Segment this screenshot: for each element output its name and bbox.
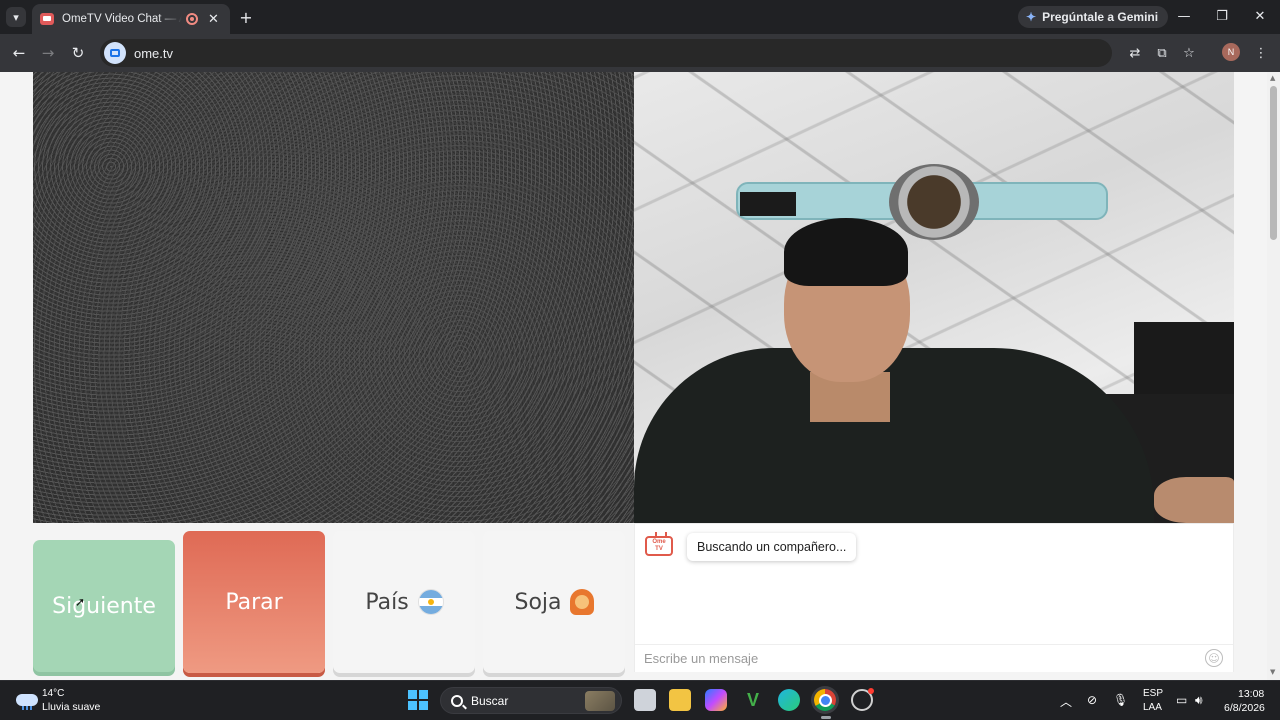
copilot-icon[interactable] — [705, 689, 727, 711]
argentina-flag-icon — [418, 590, 443, 614]
tab-close-icon[interactable]: ✕ — [208, 12, 219, 27]
mouse-cursor-icon: ➚ — [75, 595, 86, 609]
page-viewport: Siguiente Parar País Soja ➚ Ome TV Busca… — [0, 72, 1280, 680]
ometv-page: Siguiente Parar País Soja ➚ Ome TV Busca… — [33, 72, 1234, 680]
url-text: ome.tv — [134, 45, 174, 61]
cast-install-icon[interactable]: ⧉ — [1153, 44, 1171, 62]
bookmark-star-icon[interactable]: ☆ — [1180, 44, 1198, 62]
status-message-text: Buscando un compañero... — [697, 540, 847, 554]
file-explorer-icon[interactable] — [669, 689, 691, 711]
ometv-favicon-icon — [40, 13, 54, 25]
taskbar-search-box[interactable]: Buscar — [440, 687, 622, 714]
restore-window-button[interactable]: ❐ — [1210, 6, 1234, 26]
emoji-picker-icon[interactable]: ☺ — [1205, 649, 1223, 667]
tab-search-chevron-icon[interactable]: ▾ — [6, 7, 26, 27]
windows-start-icon[interactable] — [408, 690, 428, 710]
monitor-icon[interactable]: ▭ — [1176, 693, 1187, 707]
gemini-button[interactable]: ✦ Pregúntale a Gemini — [1018, 6, 1169, 28]
gemini-sparkle-icon: ✦ — [1026, 10, 1037, 24]
menu-kebab-icon[interactable]: ⋮ — [1252, 44, 1270, 62]
belt-dark-patch — [740, 192, 796, 216]
back-arrow-icon[interactable]: ← — [9, 43, 29, 63]
chrome-browser-icon[interactable] — [814, 689, 836, 711]
search-icon — [451, 694, 463, 707]
woman-emoji-icon — [569, 589, 594, 615]
profile-avatar[interactable]: N — [1222, 43, 1240, 61]
next-button-label: Siguiente — [52, 593, 156, 619]
country-button-label: País — [365, 589, 409, 615]
close-window-button[interactable]: ✕ — [1248, 6, 1272, 26]
minimize-window-button[interactable]: — — [1172, 6, 1196, 26]
clock-date[interactable]: 6/8/2026 — [1224, 702, 1265, 714]
chat-panel: Ome TV Buscando un compañero... ☺ — [634, 523, 1234, 672]
weather-temperature[interactable]: 14°C — [42, 688, 64, 699]
logo-text-top: Ome — [652, 539, 666, 545]
scroll-thumb[interactable] — [1270, 86, 1277, 240]
browser-toolbar: ← → ↻ ome.tv ⇄ ⧉ ☆ N ⋮ — [0, 34, 1280, 72]
task-view-icon[interactable] — [634, 689, 656, 711]
recording-indicator-icon — [186, 13, 198, 25]
person-body — [634, 348, 1154, 523]
site-info-camera-icon[interactable] — [104, 42, 126, 64]
stop-button-label: Parar — [225, 589, 283, 615]
network-off-icon[interactable]: ⊘ — [1087, 693, 1097, 707]
next-button[interactable]: Siguiente — [33, 540, 175, 672]
new-tab-button[interactable]: + — [236, 7, 256, 27]
stop-button[interactable]: Parar — [183, 531, 325, 673]
input-layout[interactable]: LAA — [1143, 702, 1162, 713]
taskbar-search-label: Buscar — [471, 693, 509, 708]
browser-tab-ometv[interactable]: OmeTV Video Chat — Alternativa ✕ — [32, 4, 230, 34]
translate-icon[interactable]: ⇄ — [1126, 44, 1144, 62]
forward-arrow-icon[interactable]: → — [38, 43, 58, 63]
active-app-indicator — [821, 716, 831, 719]
scroll-down-arrow-icon[interactable]: ▼ — [1270, 668, 1275, 676]
tab-title: OmeTV Video Chat — Alternativa — [62, 13, 182, 25]
country-filter-button[interactable]: País — [333, 531, 475, 673]
address-bar[interactable]: ome.tv — [100, 39, 1112, 67]
search-highlight-image — [585, 691, 615, 711]
weather-description[interactable]: Lluvia suave — [42, 701, 100, 713]
partner-video — [634, 72, 1234, 523]
reload-icon[interactable]: ↻ — [68, 43, 88, 63]
input-language[interactable]: ESP — [1143, 688, 1163, 699]
microphone-icon[interactable]: 🎙︎ — [1113, 693, 1128, 707]
edge-browser-icon[interactable] — [778, 689, 800, 711]
belt-center-plate — [889, 164, 979, 240]
status-message-bubble: Buscando un compañero... — [687, 533, 857, 561]
windows-taskbar: 14°C Lluvia suave Buscar V ︿ ⊘ 🎙︎ ESP LA… — [0, 680, 1280, 720]
person-hand — [1154, 477, 1234, 523]
clock-time[interactable]: 13:08 — [1238, 688, 1264, 700]
logo-text-bottom: TV — [655, 546, 663, 552]
page-scrollbar[interactable]: ▲ ▼ — [1267, 72, 1280, 680]
vim-app-icon[interactable]: V — [742, 689, 764, 711]
person-hair — [784, 218, 908, 286]
gemini-label: Pregúntale a Gemini — [1042, 10, 1159, 24]
show-hidden-icons-chevron-icon[interactable]: ︿ — [1060, 693, 1072, 710]
notification-app-icon[interactable] — [851, 688, 874, 711]
volume-icon[interactable]: 🔊︎ — [1195, 693, 1203, 708]
gender-filter-button[interactable]: Soja — [483, 531, 625, 673]
browser-tab-strip: ▾ OmeTV Video Chat — Alternativa ✕ + ✦ P… — [0, 0, 1280, 34]
message-input[interactable] — [635, 644, 1233, 672]
gender-button-label: Soja — [514, 589, 562, 615]
own-camera-video — [33, 72, 634, 523]
scroll-up-arrow-icon[interactable]: ▲ — [1270, 74, 1275, 82]
ometv-logo-icon: Ome TV — [645, 536, 673, 556]
rain-cloud-icon[interactable] — [16, 691, 38, 710]
